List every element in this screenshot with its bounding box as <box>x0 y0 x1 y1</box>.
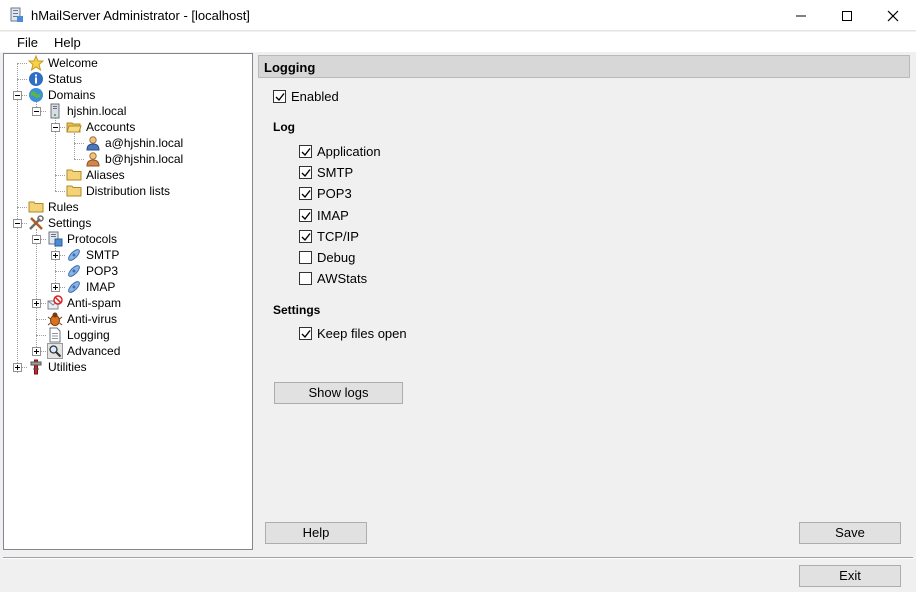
close-button[interactable] <box>870 0 916 31</box>
smtp-expand-toggle[interactable] <box>51 251 60 260</box>
tree-line <box>60 287 65 288</box>
imap-expand-toggle[interactable] <box>51 283 60 292</box>
folder-icon <box>28 199 44 215</box>
folder-icon <box>66 167 82 183</box>
tree-line <box>36 229 37 351</box>
checkbox-box[interactable] <box>299 187 312 200</box>
checkbox-box[interactable] <box>299 272 312 285</box>
help-button[interactable]: Help <box>265 522 367 544</box>
checkmark-icon <box>301 330 311 339</box>
tree-line <box>74 133 75 159</box>
navigation-tree[interactable]: Welcome Status Domains hjshin.local Acco… <box>3 53 253 550</box>
accounts-collapse-toggle[interactable] <box>51 123 60 132</box>
info-icon <box>28 71 44 87</box>
magnifier-icon <box>47 343 63 359</box>
exit-button[interactable]: Exit <box>799 565 901 587</box>
protocols-icon <box>47 231 63 247</box>
tree-line <box>41 239 46 240</box>
domain-collapse-toggle[interactable] <box>32 107 41 116</box>
user-icon <box>85 135 101 151</box>
tree-line <box>22 367 27 368</box>
checkmark-icon <box>275 93 285 102</box>
no-mail-icon <box>47 295 63 311</box>
settings-group-label: Settings <box>273 303 321 317</box>
menu-help[interactable]: Help <box>54 35 81 50</box>
satellite-icon <box>66 247 82 263</box>
tree-line <box>22 223 27 224</box>
close-icon <box>887 10 899 22</box>
minimize-icon <box>796 15 806 17</box>
tree-line <box>60 127 65 128</box>
tools-icon <box>28 215 44 231</box>
wrench-icon <box>28 359 44 375</box>
protocols-collapse-toggle[interactable] <box>32 235 41 244</box>
tree-line <box>41 351 46 352</box>
maximize-icon <box>842 11 852 21</box>
panel-title: Logging <box>264 60 316 75</box>
tree-line <box>36 319 46 320</box>
show-logs-button[interactable]: Show logs <box>274 382 403 404</box>
footer-separator <box>3 557 913 559</box>
checkmark-icon <box>301 190 311 199</box>
bug-icon <box>47 311 63 327</box>
utilities-expand-toggle[interactable] <box>13 363 22 372</box>
checkbox-box[interactable] <box>299 209 312 222</box>
tree-line <box>41 111 46 112</box>
server-icon <box>47 103 63 119</box>
star-icon <box>27 54 45 72</box>
tree-line <box>36 335 46 336</box>
checkmark-icon <box>301 148 311 157</box>
window-title: hMailServer Administrator - [localhost] <box>31 8 250 23</box>
checkmark-icon <box>301 212 311 221</box>
panel-header: Logging <box>258 55 910 78</box>
user-icon <box>85 151 101 167</box>
tree-line <box>55 191 65 192</box>
tree-line <box>17 207 27 208</box>
checkbox-box[interactable] <box>273 90 286 103</box>
domains-collapse-toggle[interactable] <box>13 91 22 100</box>
document-icon <box>47 327 63 343</box>
save-button[interactable]: Save <box>799 522 901 544</box>
log-group-label: Log <box>273 120 295 134</box>
tree-line <box>17 63 27 64</box>
checkbox-box[interactable] <box>299 145 312 158</box>
tree-line <box>17 79 27 80</box>
checkbox-box[interactable] <box>299 230 312 243</box>
satellite-icon <box>66 263 82 279</box>
tree-line <box>74 143 84 144</box>
maximize-button[interactable] <box>824 0 870 31</box>
settings-collapse-toggle[interactable] <box>13 219 22 228</box>
checkbox-box[interactable] <box>299 327 312 340</box>
menu-file[interactable]: File <box>17 35 38 50</box>
antispam-expand-toggle[interactable] <box>32 299 41 308</box>
checkmark-icon <box>301 233 311 242</box>
tree-line <box>74 159 84 160</box>
menu-bar: File Help <box>0 32 916 52</box>
satellite-icon <box>66 279 82 295</box>
minimize-button[interactable] <box>778 0 824 31</box>
advanced-expand-toggle[interactable] <box>32 347 41 356</box>
tree-line <box>17 63 18 373</box>
tree-line <box>41 303 46 304</box>
checkbox-box[interactable] <box>299 251 312 264</box>
tree-line <box>22 95 27 96</box>
folder-open-icon <box>66 119 82 135</box>
tree-line <box>60 255 65 256</box>
tree-line <box>55 175 65 176</box>
globe-icon <box>28 87 44 103</box>
checkbox-box[interactable] <box>299 166 312 179</box>
folder-icon <box>66 183 82 199</box>
tree-line <box>55 271 65 272</box>
checkmark-icon <box>301 169 311 178</box>
title-bar: hMailServer Administrator - [localhost] <box>0 0 916 31</box>
app-icon <box>8 7 24 23</box>
